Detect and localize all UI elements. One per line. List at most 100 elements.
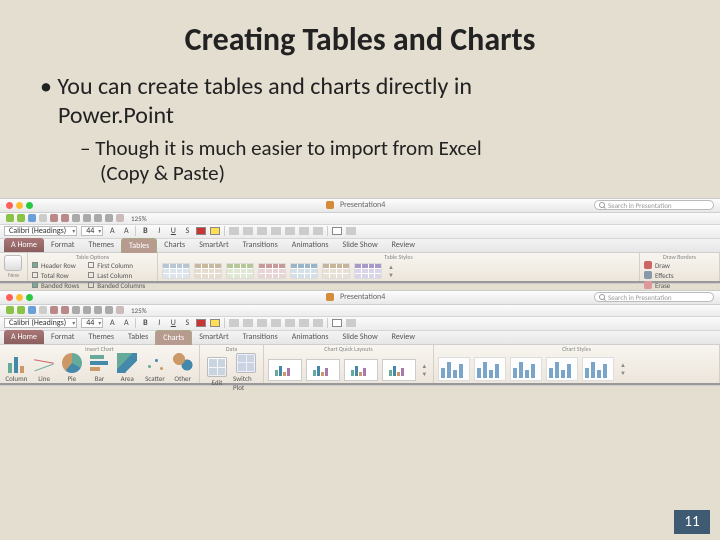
chart-bar-button[interactable]: Bar: [87, 353, 112, 383]
tab-tables[interactable]: Tables: [121, 238, 157, 253]
table-style-thumb[interactable]: [290, 263, 318, 279]
more-layouts-button[interactable]: ▲▼: [420, 362, 429, 378]
tab-format[interactable]: Format: [44, 330, 81, 344]
qat-button[interactable]: [61, 214, 69, 222]
tab-animations[interactable]: Animations: [285, 330, 336, 344]
font-name-combo[interactable]: Calibri (Headings): [4, 226, 77, 236]
zoom-level[interactable]: 125%: [131, 306, 147, 315]
tab-charts[interactable]: Charts: [157, 238, 192, 252]
minimize-icon[interactable]: [16, 202, 23, 209]
quick-styles-button[interactable]: [346, 319, 356, 327]
align-left-button[interactable]: [229, 227, 239, 235]
qat-button[interactable]: [72, 306, 80, 314]
pen-icon[interactable]: [644, 261, 652, 269]
eraser-icon[interactable]: [644, 281, 652, 289]
chart-column-button[interactable]: Column: [4, 353, 29, 383]
tab-slideshow[interactable]: Slide Show: [336, 238, 385, 252]
font-name-combo[interactable]: Calibri (Headings): [4, 318, 77, 328]
tab-slideshow[interactable]: Slide Show: [336, 330, 385, 344]
checkbox-banded-rows[interactable]: [32, 282, 38, 288]
minimize-icon[interactable]: [16, 294, 23, 301]
fill-color-button[interactable]: [332, 227, 342, 235]
tab-animations[interactable]: Animations: [285, 238, 336, 252]
chart-layout-thumb[interactable]: [382, 359, 416, 381]
align-center-button[interactable]: [243, 227, 253, 235]
chart-style-thumb[interactable]: [582, 357, 614, 381]
zoom-level[interactable]: 125%: [131, 214, 147, 223]
align-left-button[interactable]: [229, 319, 239, 327]
grow-font-button[interactable]: A: [107, 226, 117, 236]
switch-plot-button[interactable]: Switch Plot: [233, 353, 259, 392]
chart-pie-button[interactable]: Pie: [59, 353, 84, 383]
shrink-font-button[interactable]: A: [121, 318, 131, 328]
tab-format[interactable]: Format: [44, 238, 81, 252]
align-center-button[interactable]: [243, 319, 253, 327]
tab-home[interactable]: A Home: [4, 330, 44, 344]
tab-review[interactable]: Review: [385, 238, 422, 252]
tab-tables[interactable]: Tables: [121, 330, 155, 344]
outdent-button[interactable]: [313, 227, 323, 235]
tab-review[interactable]: Review: [385, 330, 422, 344]
close-icon[interactable]: [6, 202, 13, 209]
underline-button[interactable]: U: [168, 318, 178, 328]
qat-button[interactable]: [116, 214, 124, 222]
indent-button[interactable]: [299, 319, 309, 327]
table-style-thumb[interactable]: [322, 263, 350, 279]
tab-smartart[interactable]: SmartArt: [192, 238, 235, 252]
checkbox-header-row[interactable]: [32, 262, 38, 268]
qat-button[interactable]: [72, 214, 80, 222]
tab-transitions[interactable]: Transitions: [236, 330, 285, 344]
qat-button[interactable]: [28, 306, 36, 314]
indent-button[interactable]: [299, 227, 309, 235]
zoom-icon[interactable]: [26, 202, 33, 209]
qat-button[interactable]: [83, 306, 91, 314]
table-style-thumb[interactable]: [162, 263, 190, 279]
tab-smartart[interactable]: SmartArt: [192, 330, 235, 344]
table-style-thumb[interactable]: [226, 263, 254, 279]
chart-scatter-button[interactable]: Scatter: [143, 353, 168, 383]
chart-layout-thumb[interactable]: [306, 359, 340, 381]
edit-data-button[interactable]: Edit: [204, 357, 230, 387]
qat-button[interactable]: [94, 306, 102, 314]
chart-style-thumb[interactable]: [546, 357, 578, 381]
chart-style-thumb[interactable]: [474, 357, 506, 381]
qat-button[interactable]: [61, 306, 69, 314]
qat-button[interactable]: [28, 214, 36, 222]
chart-layout-thumb[interactable]: [268, 359, 302, 381]
close-icon[interactable]: [6, 294, 13, 301]
checkbox-total-row[interactable]: [32, 272, 38, 278]
tab-transitions[interactable]: Transitions: [236, 238, 285, 252]
table-style-thumb[interactable]: [258, 263, 286, 279]
qat-button[interactable]: [105, 214, 113, 222]
font-size-combo[interactable]: 44: [81, 318, 103, 328]
align-right-button[interactable]: [257, 319, 267, 327]
more-styles-button[interactable]: ▲▼: [386, 263, 396, 279]
font-size-combo[interactable]: 44: [81, 226, 103, 236]
qat-button[interactable]: [17, 214, 25, 222]
quick-styles-button[interactable]: [346, 227, 356, 235]
tab-charts[interactable]: Charts: [155, 330, 192, 345]
chart-other-button[interactable]: Other: [170, 353, 195, 383]
qat-button[interactable]: [39, 214, 47, 222]
highlight-button[interactable]: [210, 319, 220, 327]
tab-themes[interactable]: Themes: [81, 238, 121, 252]
qat-button[interactable]: [116, 306, 124, 314]
qat-button[interactable]: [17, 306, 25, 314]
chart-area-button[interactable]: Area: [115, 353, 140, 383]
search-input[interactable]: Search in Presentation: [594, 200, 714, 210]
chart-style-thumb[interactable]: [510, 357, 542, 381]
chart-line-button[interactable]: Line: [32, 353, 57, 383]
qat-button[interactable]: [50, 306, 58, 314]
checkbox-banded-cols[interactable]: [88, 282, 94, 288]
grow-font-button[interactable]: A: [107, 318, 117, 328]
strikethrough-button[interactable]: S: [182, 318, 192, 328]
more-chart-styles-button[interactable]: ▲▼: [618, 361, 628, 377]
bold-button[interactable]: B: [140, 226, 150, 236]
effects-icon[interactable]: [644, 271, 652, 279]
chart-layout-thumb[interactable]: [344, 359, 378, 381]
numbering-button[interactable]: [285, 319, 295, 327]
checkbox-first-col[interactable]: [88, 262, 94, 268]
qat-button[interactable]: [6, 306, 14, 314]
bullets-button[interactable]: [271, 319, 281, 327]
fill-color-button[interactable]: [332, 319, 342, 327]
